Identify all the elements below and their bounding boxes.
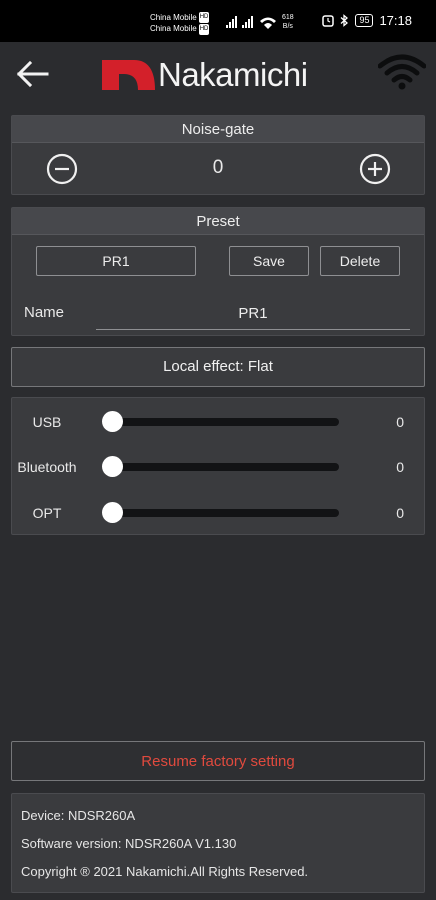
clock: 17:18 bbox=[379, 13, 412, 28]
status-right: 95 17:18 bbox=[322, 13, 412, 28]
preset-panel: Preset PR1 Save Delete Name bbox=[11, 207, 425, 336]
usb-label: USB bbox=[32, 414, 62, 430]
speed-unit: B/s bbox=[282, 23, 293, 30]
noise-gate-panel: Noise-gate 0 bbox=[11, 115, 425, 195]
app-header: Nakamichi bbox=[0, 42, 436, 112]
device-text: Device: NDSR260A bbox=[21, 808, 136, 823]
opt-slider-track[interactable] bbox=[102, 509, 339, 517]
usb-value: 0 bbox=[396, 414, 404, 430]
resume-factory-button[interactable]: Resume factory setting bbox=[11, 741, 425, 781]
preset-select-button[interactable]: PR1 bbox=[36, 246, 196, 276]
bluetooth-value: 0 bbox=[396, 459, 404, 475]
logo-text: Nakamichi bbox=[158, 56, 308, 93]
noise-gate-title: Noise-gate bbox=[12, 116, 424, 143]
brand-logo: Nakamichi bbox=[100, 56, 308, 94]
delete-button[interactable]: Delete bbox=[320, 246, 400, 276]
usb-slider-thumb[interactable] bbox=[102, 411, 123, 432]
opt-label: OPT bbox=[32, 505, 62, 521]
local-effect-button[interactable]: Local effect: Flat bbox=[11, 347, 425, 387]
back-arrow-icon[interactable] bbox=[14, 58, 50, 90]
speed-value: 618 bbox=[282, 14, 294, 21]
carrier-1-tag: HD bbox=[198, 12, 210, 24]
preset-title: Preset bbox=[12, 208, 424, 235]
opt-value: 0 bbox=[396, 505, 404, 521]
status-bar: China Mobile HD China Mobile HD 618 B/s 95… bbox=[0, 0, 436, 42]
nakamichi-logo-icon bbox=[102, 60, 155, 90]
preset-name-label: Name bbox=[24, 304, 65, 321]
signal-icons bbox=[226, 16, 276, 29]
bluetooth-slider-thumb[interactable] bbox=[102, 456, 123, 477]
slider-row-usb: USB 0 bbox=[12, 407, 426, 437]
usb-slider-track[interactable] bbox=[102, 418, 339, 426]
network-speed: 618 B/s bbox=[282, 13, 294, 31]
carrier-2-tag: HD bbox=[198, 23, 210, 35]
carrier-1: China Mobile bbox=[150, 13, 197, 22]
alarm-icon bbox=[322, 14, 335, 27]
battery-indicator: 95 bbox=[355, 14, 374, 27]
copyright-text: Copyright ® 2021 Nakamichi.All Rights Re… bbox=[21, 864, 309, 879]
source-level-panel: USB 0 Bluetooth 0 OPT 0 bbox=[11, 397, 425, 535]
device-info-panel: Device: NDSR260A Software version: NDSR2… bbox=[11, 793, 425, 893]
noise-gate-stepper: 0 bbox=[12, 143, 424, 194]
preset-name-input[interactable] bbox=[96, 298, 410, 330]
save-button[interactable]: Save bbox=[229, 246, 309, 276]
plus-circle-icon[interactable] bbox=[359, 153, 391, 185]
slider-row-opt: OPT 0 bbox=[12, 498, 426, 528]
slider-row-bluetooth: Bluetooth 0 bbox=[12, 452, 426, 482]
software-version-text: Software version: NDSR260A V1.130 bbox=[21, 836, 237, 851]
bluetooth-icon bbox=[340, 14, 349, 27]
carrier-info: China Mobile HD China Mobile HD bbox=[150, 12, 210, 35]
bluetooth-label: Bluetooth bbox=[17, 459, 77, 475]
carrier-2: China Mobile bbox=[150, 24, 197, 34]
wifi-icon[interactable] bbox=[378, 54, 426, 92]
opt-slider-thumb[interactable] bbox=[102, 502, 123, 523]
bluetooth-slider-track[interactable] bbox=[102, 463, 339, 471]
